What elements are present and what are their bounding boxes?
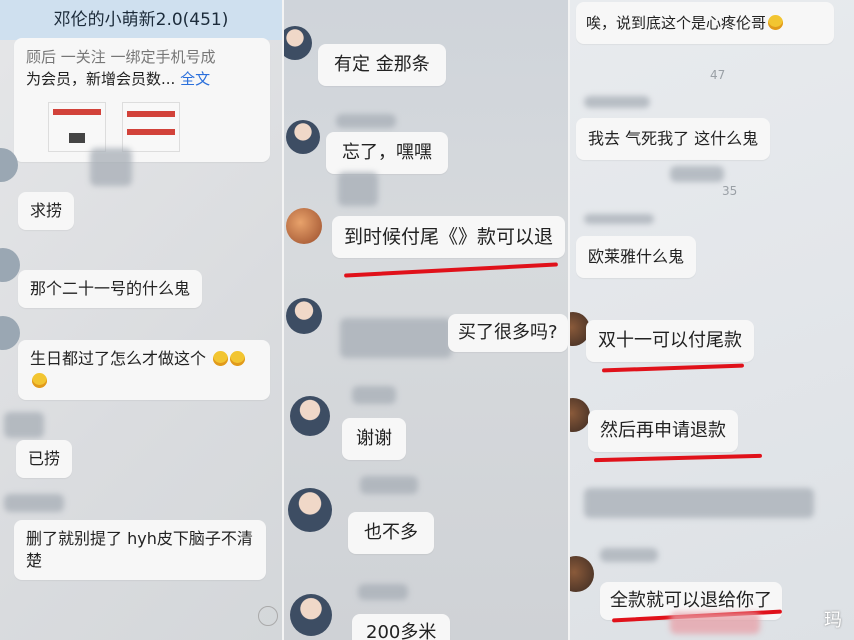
message-bubble: 生日都过了怎么才做这个	[18, 340, 270, 400]
watermark: 玛	[824, 610, 842, 631]
blurred-username	[90, 148, 132, 186]
blurred-username	[336, 114, 396, 128]
laugh-cry-emoji-icon	[32, 373, 47, 388]
avatar[interactable]	[290, 594, 332, 636]
avatar[interactable]	[570, 398, 590, 432]
blurred-username	[4, 412, 44, 438]
blurred-username	[584, 214, 654, 224]
post-thumbnail[interactable]	[122, 102, 180, 152]
blurred-sticker	[670, 612, 760, 634]
group-title: 邓伦的小萌新2.0(451)	[0, 0, 282, 40]
red-underline-annotation	[593, 453, 763, 463]
message-bubble: 那个二十一号的什么鬼	[18, 270, 203, 308]
timestamp: 47	[710, 68, 726, 82]
message-bubble: 欧莱雅什么鬼	[576, 236, 697, 278]
smiley-icon[interactable]	[258, 606, 278, 626]
message-bubble: 双十一可以付尾款	[586, 320, 754, 362]
timestamp: 35	[722, 184, 738, 198]
chat-panel-middle: 有定 金那条 忘了，嘿嘿 到时候付尾《》款可以退 买了很多吗? 谢谢 也不多 2…	[284, 0, 569, 640]
blurred-message	[340, 318, 452, 358]
blurred-username	[4, 494, 64, 512]
blurred-username	[360, 476, 418, 494]
message-text: 生日都过了怎么才做这个	[30, 349, 207, 368]
message-bubble: 已捞	[16, 440, 73, 478]
laugh-cry-emoji-icon	[230, 351, 246, 366]
message-bubble: 求捞	[18, 192, 75, 230]
blurred-username	[358, 584, 408, 600]
post-preview-line2: 为会员，新增会员数...	[26, 70, 176, 88]
laugh-cry-emoji-icon	[768, 15, 784, 30]
blurred-username	[600, 548, 658, 562]
post-preview-line1: 顾后 一关注 一绑定手机号成	[26, 48, 216, 66]
blurred-username	[352, 386, 396, 404]
message-bubble: 唉，说到底这个是心疼伦哥	[576, 2, 834, 44]
message-bubble: 谢谢	[342, 418, 406, 460]
chat-panel-right: 唉，说到底这个是心疼伦哥 47 我去 气死我了 这什么鬼 35 欧莱雅什么鬼 双…	[570, 0, 854, 640]
laugh-cry-emoji-icon	[213, 351, 229, 366]
avatar[interactable]	[288, 488, 332, 532]
avatar[interactable]	[286, 298, 322, 334]
avatar[interactable]	[284, 26, 312, 60]
shared-post-card[interactable]: 顾后 一关注 一绑定手机号成 为会员，新增会员数... 全文	[14, 38, 270, 162]
message-bubble: 有定 金那条	[318, 44, 446, 86]
red-underline-annotation	[601, 363, 745, 373]
red-underline-annotation	[344, 262, 558, 278]
message-bubble: 200多米	[352, 614, 451, 640]
message-bubble: 也不多	[348, 512, 434, 554]
avatar[interactable]	[286, 120, 320, 154]
message-bubble: 然后再申请退款	[588, 410, 738, 452]
message-text: 唉，说到底这个是心疼伦哥	[586, 14, 767, 32]
blurred-username	[670, 166, 724, 182]
avatar[interactable]	[0, 316, 20, 350]
avatar[interactable]	[286, 208, 322, 244]
blurred-username	[584, 96, 650, 108]
blurred-username	[338, 172, 378, 206]
avatar[interactable]	[570, 556, 594, 592]
post-more-link[interactable]: 全文	[180, 70, 210, 88]
message-bubble: 买了很多吗?	[448, 314, 568, 352]
post-thumbnail[interactable]	[48, 102, 106, 152]
message-bubble: 我去 气死我了 这什么鬼	[576, 118, 771, 160]
chat-panel-left: 邓伦的小萌新2.0(451) 顾后 一关注 一绑定手机号成 为会员，新增会员数.…	[0, 0, 282, 640]
avatar[interactable]	[290, 396, 330, 436]
blurred-message	[584, 488, 814, 518]
avatar[interactable]	[0, 248, 20, 282]
message-bubble: 删了就别提了 hyh皮下脑子不清楚	[14, 520, 266, 580]
message-bubble: 忘了，嘿嘿	[326, 132, 448, 174]
message-bubble: 到时候付尾《》款可以退	[332, 216, 566, 258]
